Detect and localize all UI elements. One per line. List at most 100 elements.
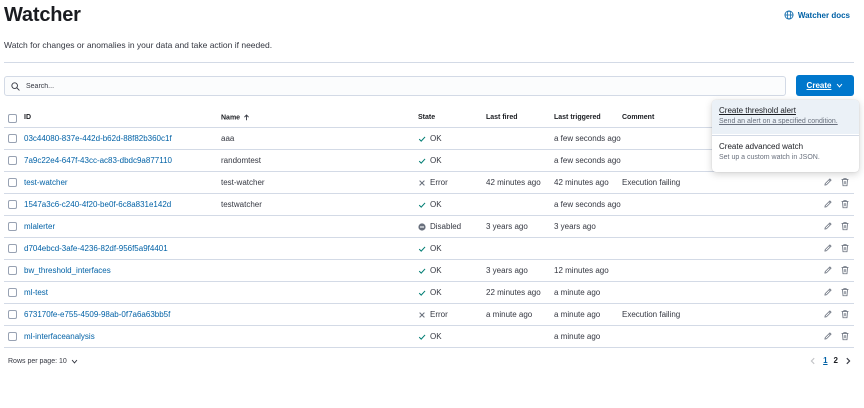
watch-state: Disabled xyxy=(418,222,461,231)
trash-icon[interactable] xyxy=(840,221,850,231)
option-title: Create advanced watch xyxy=(719,142,804,151)
watch-last-triggered: a minute ago xyxy=(554,288,601,297)
watch-id-link[interactable]: 673170fe-e755-4509-98ab-0f7a6a63bb5f xyxy=(24,310,170,319)
row-checkbox[interactable] xyxy=(8,134,17,143)
row-checkbox[interactable] xyxy=(8,310,17,319)
watch-last-triggered: 42 minutes ago xyxy=(554,178,609,187)
row-checkbox[interactable] xyxy=(8,332,17,341)
pencil-icon[interactable] xyxy=(823,221,833,231)
watch-id-link[interactable]: ml-interfaceanalysis xyxy=(24,332,95,341)
pencil-icon[interactable] xyxy=(823,199,833,209)
row-checkbox[interactable] xyxy=(8,244,17,253)
pencil-icon[interactable] xyxy=(823,287,833,297)
watch-state-label: Disabled xyxy=(430,222,462,231)
watch-state: OK xyxy=(418,156,442,165)
trash-icon[interactable] xyxy=(840,243,850,253)
pencil-icon[interactable] xyxy=(823,265,833,275)
row-actions xyxy=(823,199,850,209)
trash-icon[interactable] xyxy=(840,177,850,187)
column-header-last-triggered[interactable]: Last triggered xyxy=(554,114,601,121)
pagination: 1 2 xyxy=(809,356,852,365)
check-icon xyxy=(418,290,426,296)
trash-icon[interactable] xyxy=(840,309,850,319)
chevron-right-icon[interactable] xyxy=(844,357,852,365)
trash-icon[interactable] xyxy=(840,265,850,275)
chevron-down-icon xyxy=(71,359,78,364)
watch-last-triggered: 12 minutes ago xyxy=(554,266,609,275)
column-header-id[interactable]: ID xyxy=(24,114,31,121)
option-title: Create threshold alert xyxy=(719,106,796,115)
watch-last-triggered: a few seconds ago xyxy=(554,200,621,209)
create-advanced-watch-option[interactable]: Create advanced watch Set up a custom wa… xyxy=(712,136,859,170)
watch-state-label: OK xyxy=(430,200,442,209)
watch-name: test-watcher xyxy=(221,178,265,187)
watch-last-fired: 42 minutes ago xyxy=(486,178,541,187)
option-subtitle: Set up a custom watch in JSON. xyxy=(719,154,820,161)
search-input[interactable] xyxy=(26,82,726,90)
select-all-checkbox[interactable] xyxy=(8,114,17,123)
watch-state-label: OK xyxy=(430,134,442,143)
arrow-up-icon xyxy=(244,114,249,121)
watch-id-link[interactable]: 7a9c22e4-647f-43cc-ac83-dbdc9a877110 xyxy=(24,156,172,165)
pencil-icon[interactable] xyxy=(823,177,833,187)
pencil-icon[interactable] xyxy=(823,243,833,253)
row-actions xyxy=(823,287,850,297)
watch-last-fired: a minute ago xyxy=(486,310,533,319)
watch-state-label: Error xyxy=(430,310,448,319)
row-checkbox[interactable] xyxy=(8,156,17,165)
row-checkbox[interactable] xyxy=(8,222,17,231)
rows-per-page-selector[interactable]: Rows per page: 10 xyxy=(8,358,78,365)
column-header-name-label: Name xyxy=(221,114,241,122)
row-actions xyxy=(823,309,850,319)
row-actions xyxy=(823,221,850,231)
row-checkbox[interactable] xyxy=(8,178,17,187)
table-row: ml-interfaceanalysis OK a minute ago xyxy=(4,326,854,348)
create-menu-popover: Create threshold alert Send an alert on … xyxy=(712,100,859,172)
watch-comment: Execution failing xyxy=(622,178,681,187)
rows-per-page-label: Rows per page: 10 xyxy=(8,358,67,365)
watch-id-link[interactable]: mlalerter xyxy=(24,222,55,231)
trash-icon[interactable] xyxy=(840,331,850,341)
create-threshold-alert-option[interactable]: Create threshold alert Send an alert on … xyxy=(712,100,859,134)
watch-last-triggered: a few seconds ago xyxy=(554,156,621,165)
watch-last-triggered: a few seconds ago xyxy=(554,134,621,143)
column-header-last-fired[interactable]: Last fired xyxy=(486,114,518,121)
watch-state-label: OK xyxy=(430,332,442,341)
watch-id-link[interactable]: test-watcher xyxy=(24,178,68,187)
page-1-button[interactable]: 1 xyxy=(823,356,827,365)
watch-last-fired: 3 years ago xyxy=(486,266,528,275)
column-header-state[interactable]: State xyxy=(418,114,435,121)
table-row: 1547a3c6-c240-4f20-be0f-6c8a831e142d test… xyxy=(4,194,854,216)
watch-id-link[interactable]: 03c44080-837e-442d-b62d-88f82b360c1f xyxy=(24,134,172,143)
watch-state-label: OK xyxy=(430,156,442,165)
row-checkbox[interactable] xyxy=(8,200,17,209)
watch-id-link[interactable]: 1547a3c6-c240-4f20-be0f-6c8a831e142d xyxy=(24,200,171,209)
pencil-icon[interactable] xyxy=(823,309,833,319)
column-header-comment[interactable]: Comment xyxy=(622,114,654,121)
header-divider xyxy=(4,62,854,63)
row-checkbox[interactable] xyxy=(8,266,17,275)
trash-icon[interactable] xyxy=(840,287,850,297)
table-row: ml-test OK 22 minutes ago a minute ago xyxy=(4,282,854,304)
watch-state-label: OK xyxy=(430,288,442,297)
watch-state: Error xyxy=(418,310,448,319)
watch-id-link[interactable]: bw_threshold_interfaces xyxy=(24,266,111,275)
watcher-docs-link[interactable]: Watcher docs xyxy=(784,10,850,20)
pencil-icon[interactable] xyxy=(823,331,833,341)
trash-icon[interactable] xyxy=(840,199,850,209)
column-header-name[interactable]: Name xyxy=(221,114,250,121)
watch-name: randomtest xyxy=(221,156,262,165)
watch-state-label: OK xyxy=(430,266,442,275)
watch-state: OK xyxy=(418,134,442,143)
chevron-left-icon[interactable] xyxy=(809,357,817,365)
create-button[interactable]: Create xyxy=(796,75,854,96)
watch-id-link[interactable]: d704ebcd-3afe-4236-82df-956f5a9f4401 xyxy=(24,244,168,253)
check-icon xyxy=(418,246,426,252)
row-actions xyxy=(823,265,850,275)
page-title: Watcher xyxy=(4,4,81,26)
row-checkbox[interactable] xyxy=(8,288,17,297)
page-2-button[interactable]: 2 xyxy=(834,356,838,365)
row-actions xyxy=(823,177,850,187)
search-bar[interactable] xyxy=(4,76,786,96)
watch-id-link[interactable]: ml-test xyxy=(24,288,48,297)
